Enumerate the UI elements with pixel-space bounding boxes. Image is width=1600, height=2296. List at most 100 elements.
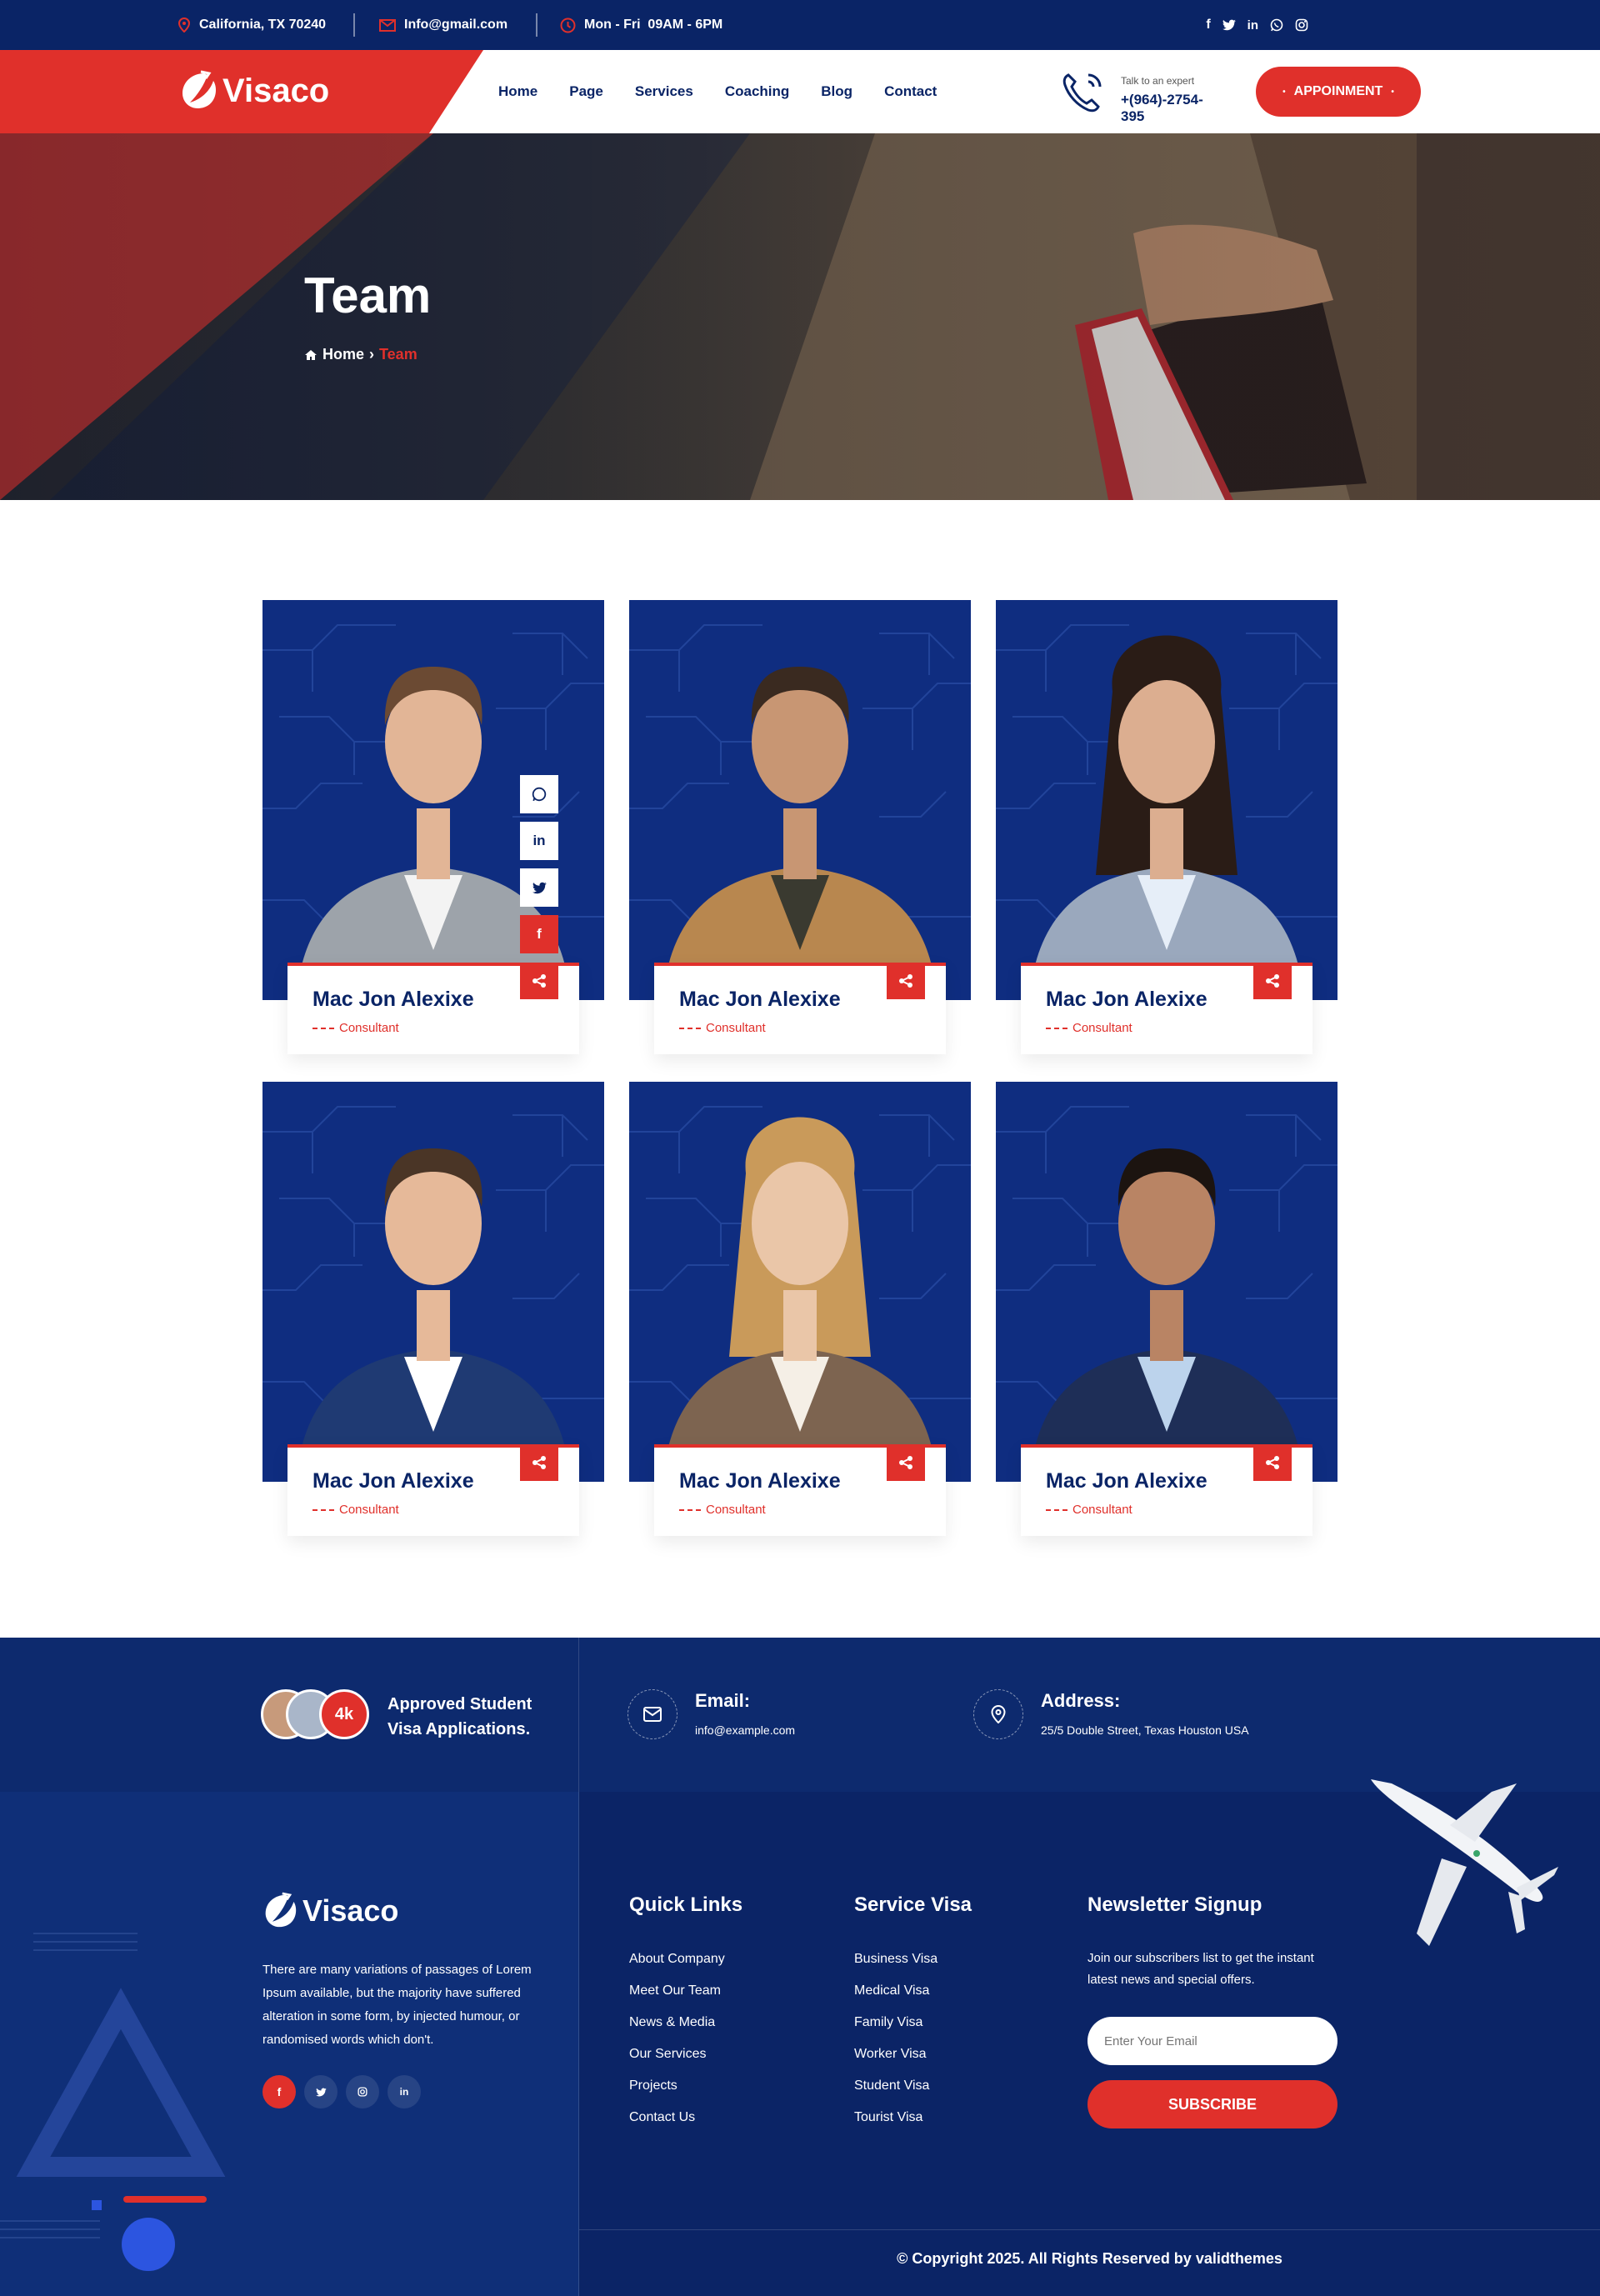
team-photo (996, 1082, 1338, 1482)
facebook-icon[interactable]: f (262, 2075, 296, 2108)
share-icon (1266, 974, 1279, 988)
whatsapp-icon[interactable] (1270, 18, 1283, 32)
share-button[interactable] (887, 963, 925, 999)
team-info: Mac Jon Alexixe Consultant (654, 963, 946, 1054)
expert-phone[interactable]: +(964)-2754-395 (1121, 92, 1227, 125)
team-member-role: Consultant (339, 1503, 399, 1517)
team-photo (629, 1082, 971, 1482)
email-icon-circle (628, 1689, 678, 1739)
share-button[interactable] (887, 1444, 925, 1481)
facebook-icon[interactable]: f (520, 915, 558, 953)
topbar-social: f in (1206, 0, 1308, 50)
home-icon (305, 349, 317, 360)
team-info: Mac Jon Alexixe Consultant (1021, 963, 1312, 1054)
instagram-icon[interactable] (346, 2075, 379, 2108)
footer-link[interactable]: Meet Our Team (629, 1983, 721, 1998)
share-icon (899, 1456, 912, 1469)
nav-blog[interactable]: Blog (821, 83, 852, 100)
team-info: Mac Jon Alexixe Consultant (1021, 1444, 1312, 1536)
facebook-icon[interactable]: f (1206, 18, 1210, 33)
team-card[interactable]: Mac Jon Alexixe Consultant (629, 600, 971, 1054)
approved-text-line: Visa Applications. (388, 1720, 531, 1738)
footer-link[interactable]: About Company (629, 1952, 725, 1967)
twitter-icon[interactable] (1222, 19, 1236, 31)
team-photo (996, 600, 1338, 1000)
team-member-name[interactable]: Mac Jon Alexixe (1046, 1469, 1208, 1493)
team-card[interactable]: Mac Jon Alexixe Consultant (996, 600, 1338, 1054)
address-label: Address: (1041, 1690, 1121, 1711)
approved-text-line: Approved Student (388, 1695, 532, 1713)
main-nav: Home Page Services Coaching Blog Contact (498, 50, 937, 133)
team-info: Mac Jon Alexixe Consultant (654, 1444, 946, 1536)
email-value[interactable]: info@example.com (695, 1723, 795, 1737)
team-member-role: Consultant (1072, 1503, 1132, 1517)
approved-text: Approved Student Visa Applications. (388, 1692, 532, 1742)
team-card[interactable]: Mac Jon Alexixe Consultant (996, 1082, 1338, 1536)
copyright-text: © Copyright 2025. All Rights Reserved by… (897, 2250, 1282, 2267)
airplane-icon (1371, 1779, 1558, 1946)
subscribe-button[interactable]: SUBSCRIBE (1088, 2080, 1338, 2128)
site-logo[interactable]: Visaco (179, 70, 329, 112)
address-value: 25/5 Double Street, Texas Houston USA (1041, 1723, 1249, 1737)
share-button[interactable] (520, 963, 558, 999)
share-button[interactable] (520, 1444, 558, 1481)
instagram-icon[interactable] (1295, 18, 1308, 32)
map-pin-icon (991, 1705, 1006, 1723)
footer-link[interactable]: Contact Us (629, 2110, 695, 2125)
location-text: California, TX 70240 (199, 18, 327, 32)
nav-page[interactable]: Page (569, 83, 603, 100)
footer-link[interactable]: Family Visa (854, 2015, 922, 2030)
team-card[interactable]: Mac Jon Alexixe Consultant in f (262, 600, 604, 1054)
team-member-name[interactable]: Mac Jon Alexixe (312, 988, 474, 1012)
team-member-role: Consultant (339, 1021, 399, 1035)
twitter-icon[interactable] (520, 868, 558, 907)
appointment-button[interactable]: • APPOINMENT • (1256, 67, 1421, 117)
logo-mark-icon (265, 1892, 297, 1928)
email-info[interactable]: Info@gmail.com (379, 0, 508, 50)
linkedin-icon[interactable]: in (1248, 18, 1258, 33)
footer-link[interactable]: Tourist Visa (854, 2110, 922, 2125)
linkedin-icon[interactable]: in (520, 822, 558, 860)
share-button[interactable] (1253, 963, 1292, 999)
newsletter-email-input[interactable] (1088, 2017, 1338, 2065)
newsletter-text: Join our subscribers list to get the ins… (1088, 1951, 1314, 1987)
footer-link[interactable]: News & Media (629, 2015, 715, 2030)
breadcrumb-home[interactable]: Home (322, 346, 364, 363)
share-icon (532, 974, 546, 988)
page-title: Team (304, 268, 432, 323)
team-member-role: Consultant (706, 1503, 766, 1517)
newsletter-title: Newsletter Signup (1088, 1893, 1262, 1916)
team-card[interactable]: Mac Jon Alexixe Consultant (629, 1082, 971, 1536)
footer-link[interactable]: Projects (629, 2078, 678, 2093)
nav-contact[interactable]: Contact (884, 83, 937, 100)
linkedin-icon[interactable]: in (388, 2075, 421, 2108)
nav-coaching[interactable]: Coaching (725, 83, 789, 100)
footer-link[interactable]: Student Visa (854, 2078, 929, 2093)
approved-count: 4k (319, 1689, 369, 1739)
footer-logo[interactable]: Visaco (262, 1892, 398, 1930)
footer-link[interactable]: Business Visa (854, 1952, 938, 1967)
whatsapp-icon[interactable] (520, 775, 558, 813)
team-member-name[interactable]: Mac Jon Alexixe (679, 1469, 841, 1493)
team-card[interactable]: Mac Jon Alexixe Consultant (262, 1082, 604, 1536)
team-info: Mac Jon Alexixe Consultant (288, 963, 579, 1054)
phone-icon (1062, 73, 1102, 113)
envelope-icon (643, 1707, 662, 1722)
share-icon (532, 1456, 546, 1469)
share-button[interactable] (1253, 1444, 1292, 1481)
twitter-icon[interactable] (304, 2075, 338, 2108)
expert-contact[interactable]: Talk to an expert +(964)-2754-395 (1060, 68, 1227, 124)
team-member-name[interactable]: Mac Jon Alexixe (1046, 988, 1208, 1012)
footer-link[interactable]: Medical Visa (854, 1983, 929, 1998)
nav-services[interactable]: Services (635, 83, 693, 100)
page-banner: Team Home › Team (0, 133, 1600, 500)
quick-links-title: Quick Links (629, 1893, 743, 1916)
location-info: California, TX 70240 (178, 0, 326, 50)
email-label: Email: (695, 1690, 751, 1711)
email-text[interactable]: Info@gmail.com (404, 18, 508, 33)
team-member-name[interactable]: Mac Jon Alexixe (679, 988, 841, 1012)
team-member-name[interactable]: Mac Jon Alexixe (312, 1469, 474, 1493)
nav-home[interactable]: Home (498, 83, 538, 100)
footer-link[interactable]: Worker Visa (854, 2047, 927, 2062)
footer-link[interactable]: Our Services (629, 2047, 706, 2062)
